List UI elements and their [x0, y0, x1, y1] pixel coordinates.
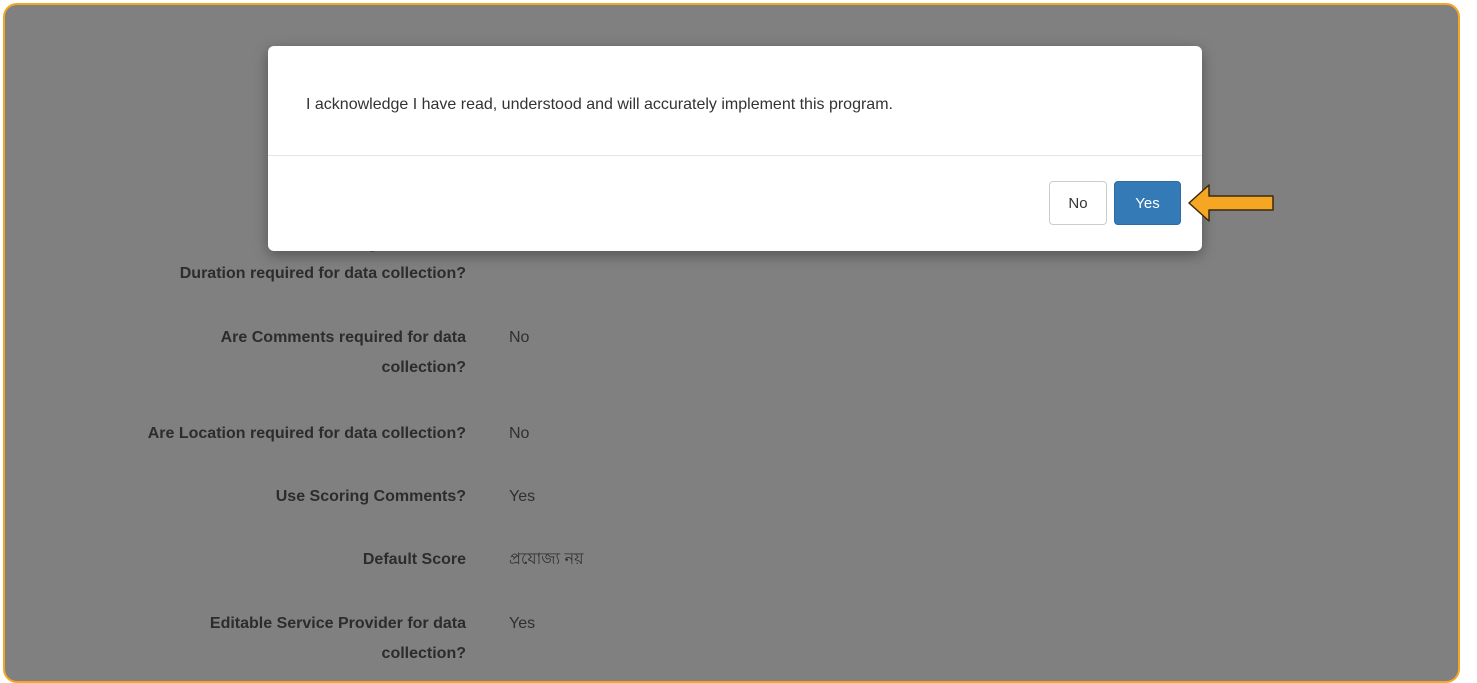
screenshot-frame: Tir Are Begin Time and Duration required…: [3, 3, 1460, 683]
field-label: Are Location required for data collectio…: [147, 425, 466, 442]
field-label: Default Score: [362, 551, 466, 568]
field-value: No: [509, 425, 530, 442]
no-button[interactable]: No: [1049, 181, 1107, 225]
dialog-message: I acknowledge I have read, understood an…: [268, 46, 1202, 156]
yes-button[interactable]: Yes: [1114, 181, 1181, 225]
field-label: Editable Service Provider for data colle…: [209, 615, 466, 662]
field-value: No: [509, 329, 530, 346]
field-value: Yes: [509, 615, 536, 632]
arrow-left-icon: [1188, 184, 1274, 222]
acknowledge-dialog: I acknowledge I have read, understood an…: [268, 46, 1202, 251]
field-value: প্রযোজ্য নয়: [509, 551, 584, 568]
dialog-footer: No Yes: [268, 156, 1202, 250]
field-label: Are Comments required for data collectio…: [220, 329, 466, 376]
field-value: Yes: [509, 488, 536, 505]
field-label: Use Scoring Comments?: [275, 488, 466, 505]
